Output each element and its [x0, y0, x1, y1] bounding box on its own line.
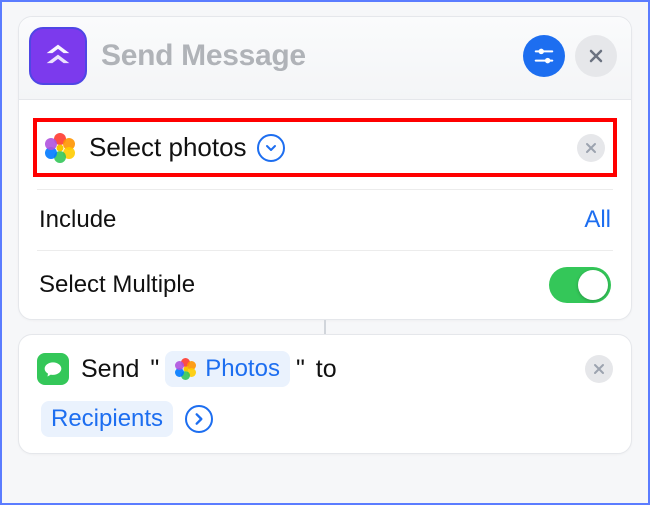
chevron-right-icon	[192, 412, 206, 426]
quote-open: "	[143, 355, 159, 384]
select-photos-action: Select photos Include All	[19, 118, 631, 319]
chevron-down-icon	[265, 142, 277, 154]
send-message-action: Send " Photos " to	[18, 334, 632, 454]
page-title: Send Message	[101, 39, 513, 73]
remove-send-action-button[interactable]	[585, 355, 613, 383]
to-word: to	[316, 355, 337, 384]
select-photos-title[interactable]: Select photos	[89, 132, 247, 163]
close-button[interactable]	[575, 35, 617, 77]
recipients-label: Recipients	[51, 405, 163, 433]
remove-x-icon	[585, 142, 597, 154]
remove-x-icon	[593, 363, 605, 375]
app-frame: Send Message	[0, 0, 650, 505]
toggle-knob	[578, 270, 608, 300]
messages-bubble-icon	[43, 359, 63, 379]
remove-action-button[interactable]	[577, 134, 605, 162]
settings-sliders-icon	[533, 45, 555, 67]
highlighted-row: Select photos	[33, 118, 617, 177]
include-value[interactable]: All	[584, 206, 611, 234]
shortcut-header-card: Send Message	[18, 16, 632, 320]
shortcuts-app-icon	[29, 27, 87, 85]
photos-flower-icon	[45, 133, 75, 163]
include-row[interactable]: Include All	[37, 189, 613, 250]
close-x-icon	[588, 48, 604, 64]
action-connector	[324, 320, 326, 334]
photos-variable-token[interactable]: Photos	[165, 351, 290, 387]
recipients-detail-button[interactable]	[185, 405, 213, 433]
recipients-token[interactable]: Recipients	[41, 401, 173, 437]
include-label: Include	[39, 206, 116, 234]
select-multiple-row: Select Multiple	[37, 250, 613, 319]
photos-token-label: Photos	[205, 355, 280, 383]
select-multiple-label: Select Multiple	[39, 271, 195, 299]
expand-options-button[interactable]	[257, 134, 285, 162]
photos-flower-icon	[175, 358, 197, 380]
send-row: Send " Photos " to	[19, 335, 631, 395]
messages-app-icon	[37, 353, 69, 385]
quote-close: "	[296, 355, 312, 384]
recipients-row: Recipients	[19, 395, 631, 453]
settings-button[interactable]	[523, 35, 565, 77]
select-multiple-toggle[interactable]	[549, 267, 611, 303]
send-verb: Send	[81, 355, 139, 384]
header: Send Message	[19, 17, 631, 100]
